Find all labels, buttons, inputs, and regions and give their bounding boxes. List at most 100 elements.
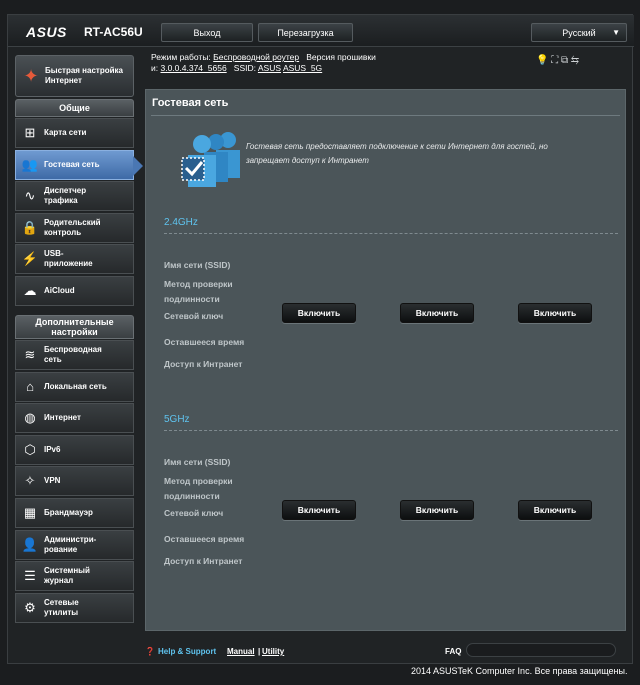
sidebar-item[interactable]: 🔒 Родительский контроль [15,212,134,243]
sidebar-item[interactable]: ⊞ Карта сети [15,118,134,148]
wand-icon: ✦ [23,66,39,86]
enable-button[interactable]: Включить [282,500,356,520]
sidebar-item-label: Карта сети [44,128,87,137]
guest-network-icon [181,132,240,187]
sidebar-item[interactable]: 👥 Гостевая сеть [15,149,143,180]
language-value: Русский [562,27,596,38]
sidebar-item[interactable]: ≋ Беспроводная сеть [15,340,134,370]
band-title: 2.4GHz [164,217,198,228]
general-menu: ⊞ Карта сети 👥 Гостевая сеть ∿ Диспетчер трафи… [15,118,143,308]
utility-link[interactable]: Utility [262,647,284,656]
field-label: Имя сети (SSID) [164,457,231,467]
separator: | [258,647,261,656]
wireless-icon: ≋ [24,347,36,362]
ssid-link-5g[interactable]: ASUS_5G [283,63,322,73]
sidebar-item[interactable]: ▦ Брандмауэр [15,497,134,528]
status-icons: 💡 ⛶ ⧉ ⇆ [536,55,579,66]
sidebar-item[interactable]: ⚙ Сетевые утилиты [15,592,134,623]
lan-icon: ⌂ [26,379,34,395]
bulb-icon[interactable]: 💡 [536,55,548,66]
enable-button[interactable]: Включить [518,303,592,323]
admin-icon: 👤 [21,536,39,552]
sidebar-item-label: Гостевая сеть [44,159,100,169]
asus-logo: ASUS [26,24,67,40]
advanced-section-title: Дополнительные настройки [15,315,134,339]
field-label: Сетевой ключ [164,508,224,518]
advanced-menu: ≋ Беспроводная сеть ⌂ Локальная сеть ◍ Интерне… [15,340,134,624]
ssid-link-2g[interactable]: ASUS [258,63,281,73]
firmware-ssid-line: и: 3.0.0.4.374_5656 SSID: ASUS ASUS_5G [151,63,323,73]
sidebar-item[interactable]: ⌂ Локальная сеть [15,371,134,402]
title-divider [151,115,620,116]
usb-status-icon[interactable]: ⇆ [571,55,579,66]
field-label: Имя сети (SSID) [164,260,231,270]
network-icon[interactable]: ⛶ [551,55,558,66]
sidebar-item-label: Интернет [44,413,81,423]
operation-mode: Режим работы: Беспроводной роутер Версия… [151,52,376,62]
field-label: Метод проверки подлинности [164,279,233,304]
syslog-icon: ☰ [24,568,36,584]
usb-icon: ⚡ [21,251,39,267]
enable-button[interactable]: Включить [400,500,474,520]
help-icon[interactable]: ❓ [145,647,155,656]
top-bar: ASUS RT-AC56U Выход Перезагрузка Русский… [8,15,634,47]
enable-button[interactable]: Включить [518,500,592,520]
general-section-title: Общие [15,99,134,117]
faq-search-input[interactable] [466,643,616,657]
sidebar-item[interactable]: ⬡ IPv6 [15,434,134,465]
sidebar-item-label: Сетевые утилиты [44,597,79,617]
sidebar-item[interactable]: ✧ VPN [15,466,134,497]
reboot-button[interactable]: Перезагрузка [258,23,353,42]
sidebar-item-label: Диспетчер трафика [44,186,87,206]
manual-link[interactable]: Manual [227,647,255,656]
sidebar-item-label: Администри-рование [44,534,97,554]
faq-label: FAQ [445,647,462,656]
page-title: Гостевая сеть [152,97,229,109]
traffic-manager-icon: ∿ [24,188,36,204]
language-select[interactable]: Русский ▼ [531,23,627,42]
field-label: Доступ к Интранет [164,556,243,566]
quick-setup-button[interactable]: ✦ Быстрая настройка Интернет [15,55,134,97]
help-support-link[interactable]: Help & Support [158,647,216,656]
guest-network-icon: 👥 [21,156,39,172]
sidebar-item-label: Локальная сеть [44,381,107,391]
copyright: 2014 ASUSTeK Computer Inc. Все права защ… [411,666,628,676]
aicloud-icon: ☁ [23,282,37,298]
ipv6-icon: ⬡ [24,441,36,457]
band-divider [164,233,618,234]
guest-network-description: Гостевая сеть предоставляет подключение … [246,142,548,165]
enable-button[interactable]: Включить [282,303,356,323]
sidebar-item[interactable]: 👤 Администри-рование [15,529,134,560]
chevron-down-icon: ▼ [612,28,620,37]
clients-icon[interactable]: ⧉ [561,55,568,66]
firewall-icon: ▦ [23,504,37,520]
field-label: Оставшееся время [164,337,245,347]
network-map-icon: ⊞ [24,125,36,140]
field-label: Сетевой ключ [164,311,224,321]
sidebar-item[interactable]: ⚡ USB-приложение [15,244,134,275]
enable-button[interactable]: Включить [400,303,474,323]
field-label: Метод проверки подлинности [164,476,233,501]
sidebar-item[interactable]: ☁ AiCloud [15,275,134,306]
field-label: Оставшееся время [164,534,245,544]
sidebar-item[interactable]: ☰ Системный журнал [15,561,134,592]
sidebar-item-label: USB-приложение [44,249,93,269]
main-content: Гостевая сеть Гостевая сеть предоставляе… [145,89,626,631]
model-name: RT-AC56U [84,25,143,39]
sidebar-item[interactable]: ◍ Интернет [15,403,134,434]
logout-button[interactable]: Выход [161,23,253,42]
tools-icon: ⚙ [24,599,36,615]
sidebar-item-label: VPN [44,476,61,486]
vpn-icon: ✧ [24,473,36,489]
footer: ❓ Help & Support Manual | Utility FAQ [8,637,634,665]
sidebar-item-label: Системный журнал [44,566,90,586]
sidebar-item-label: Беспроводная сеть [44,345,102,364]
operation-mode-link[interactable]: Беспроводной роутер [213,52,299,62]
firmware-link[interactable]: 3.0.0.4.374_5656 [161,63,227,73]
router-frame: ASUS RT-AC56U Выход Перезагрузка Русский… [7,14,634,665]
field-label: Доступ к Интранет [164,359,243,369]
sidebar-item-label: IPv6 [44,444,61,454]
quick-setup-label: Быстрая настройка Интернет [45,66,123,85]
parental-control-icon: 🔒 [21,219,39,235]
sidebar-item[interactable]: ∿ Диспетчер трафика [15,181,134,212]
